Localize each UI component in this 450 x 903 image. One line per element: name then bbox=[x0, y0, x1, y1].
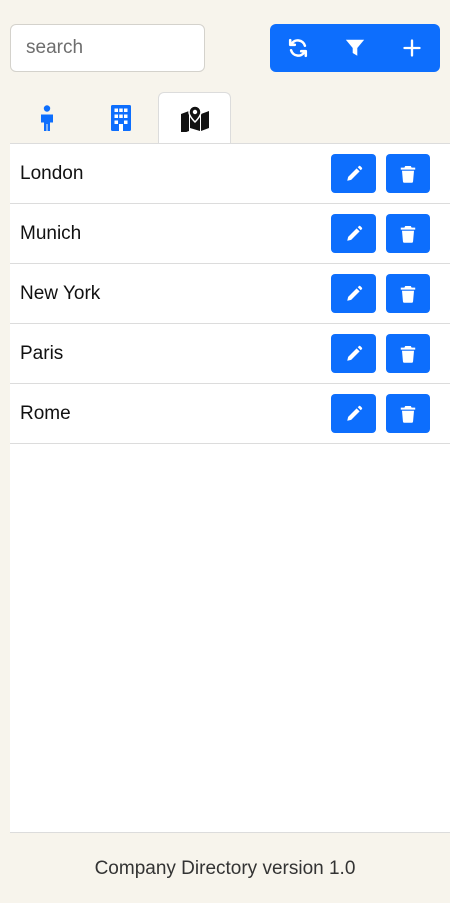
filter-icon bbox=[345, 39, 365, 56]
trash-icon bbox=[400, 345, 416, 363]
pencil-icon bbox=[346, 285, 362, 301]
plus-icon bbox=[403, 39, 421, 57]
filter-button[interactable] bbox=[327, 24, 384, 72]
locations-list: London Munich New York Paris Rome bbox=[10, 143, 450, 833]
refresh-button[interactable] bbox=[270, 24, 327, 72]
delete-button[interactable] bbox=[386, 274, 430, 313]
toolbar-button-group bbox=[270, 24, 440, 72]
location-name: Munich bbox=[20, 222, 82, 244]
table-row: Rome bbox=[10, 384, 450, 444]
edit-button[interactable] bbox=[331, 334, 376, 373]
edit-button[interactable] bbox=[331, 394, 376, 433]
table-row: Paris bbox=[10, 324, 450, 384]
footer-version: Company Directory version 1.0 bbox=[94, 858, 356, 879]
top-bar bbox=[0, 0, 450, 92]
pencil-icon bbox=[346, 345, 362, 361]
tab-personnel[interactable] bbox=[10, 92, 83, 144]
person-icon bbox=[40, 105, 53, 131]
trash-icon bbox=[400, 405, 416, 423]
edit-button[interactable] bbox=[331, 154, 376, 193]
tab-departments[interactable] bbox=[84, 92, 157, 144]
search-input[interactable] bbox=[10, 24, 205, 72]
delete-button[interactable] bbox=[386, 334, 430, 373]
delete-button[interactable] bbox=[386, 154, 430, 193]
trash-icon bbox=[400, 285, 416, 303]
trash-icon bbox=[400, 225, 416, 243]
delete-button[interactable] bbox=[386, 394, 430, 433]
tab-bar bbox=[10, 92, 450, 145]
location-name: Rome bbox=[20, 402, 71, 424]
location-name: New York bbox=[20, 282, 101, 304]
building-icon bbox=[110, 105, 131, 131]
table-row: Munich bbox=[10, 204, 450, 264]
table-row: New York bbox=[10, 264, 450, 324]
location-name: Paris bbox=[20, 342, 64, 364]
edit-button[interactable] bbox=[331, 214, 376, 253]
location-name: London bbox=[20, 162, 84, 184]
edit-button[interactable] bbox=[331, 274, 376, 313]
table-row: London bbox=[10, 144, 450, 204]
delete-button[interactable] bbox=[386, 214, 430, 253]
pencil-icon bbox=[346, 165, 362, 181]
map-location-icon bbox=[180, 106, 209, 132]
pencil-icon bbox=[346, 225, 362, 241]
pencil-icon bbox=[346, 405, 362, 421]
trash-icon bbox=[400, 165, 416, 183]
refresh-icon bbox=[289, 38, 308, 58]
tab-locations[interactable] bbox=[158, 92, 231, 145]
add-button[interactable] bbox=[383, 24, 440, 72]
